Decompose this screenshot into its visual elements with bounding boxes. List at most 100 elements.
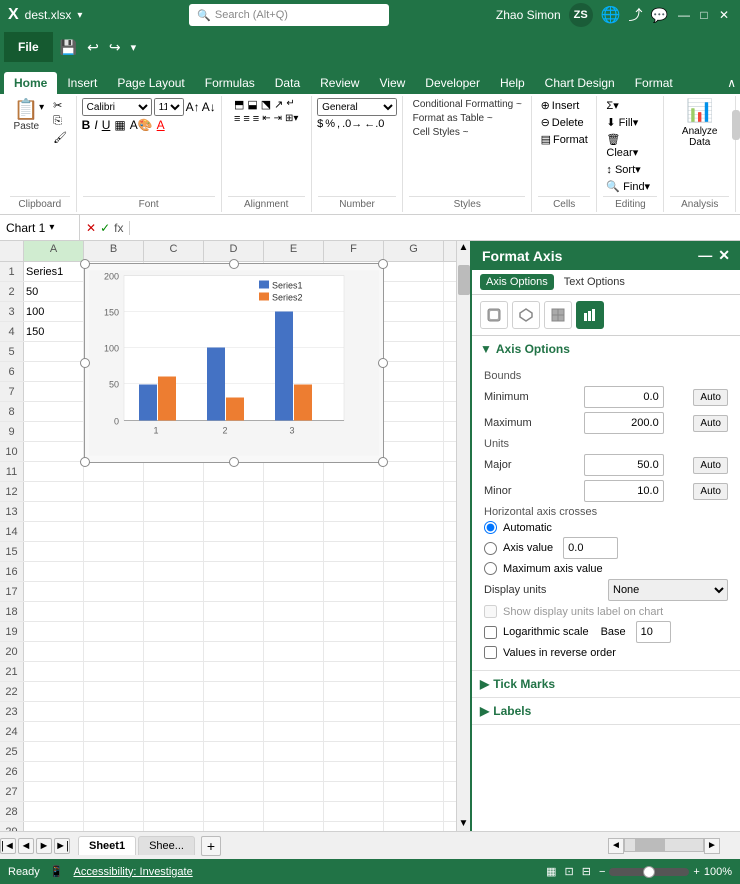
delete-cells-button[interactable]: ⊖ Delete: [538, 115, 587, 130]
align-bottom-button[interactable]: ⬔: [261, 98, 271, 111]
axis-value-radio[interactable]: [484, 542, 497, 555]
grid-cell[interactable]: [384, 802, 444, 821]
grid-cell[interactable]: [324, 462, 384, 481]
copy-button[interactable]: ⎘: [50, 114, 70, 129]
grid-cell[interactable]: [204, 662, 264, 681]
chart-handle-bl[interactable]: [80, 457, 90, 467]
h-scroll-thumb[interactable]: [635, 839, 665, 851]
grid-cell[interactable]: [24, 582, 84, 601]
grid-cell[interactable]: [384, 682, 444, 701]
cell-styles-button[interactable]: Cell Styles ~: [409, 126, 473, 139]
grid-cell[interactable]: [24, 462, 84, 481]
align-right-button[interactable]: ≡: [253, 113, 259, 125]
scroll-down-button[interactable]: ▼: [457, 817, 470, 831]
grid-cell[interactable]: [144, 642, 204, 661]
grid-cell[interactable]: [324, 502, 384, 521]
grid-cell[interactable]: [384, 422, 444, 441]
grid-cell[interactable]: [204, 502, 264, 521]
align-left-button[interactable]: ≡: [234, 113, 240, 125]
grid-cell[interactable]: [264, 702, 324, 721]
chart-handle-top[interactable]: [229, 259, 239, 269]
grid-cell[interactable]: [384, 822, 444, 831]
increase-decimal-button[interactable]: .0→: [342, 118, 362, 130]
zoom-level[interactable]: 100%: [704, 866, 732, 878]
size-properties-button[interactable]: [544, 301, 572, 329]
chart-handle-br[interactable]: [378, 457, 388, 467]
grid-cell[interactable]: [324, 562, 384, 581]
grid-cell[interactable]: [24, 802, 84, 821]
zoom-in-button[interactable]: +: [693, 866, 699, 878]
sheet-tab-sheet1[interactable]: Sheet1: [78, 836, 136, 855]
grid-cell[interactable]: [84, 742, 144, 761]
grid-cell[interactable]: [204, 782, 264, 801]
grid-cell[interactable]: [24, 562, 84, 581]
tab-axis-options[interactable]: Axis Options: [480, 274, 554, 290]
underline-button[interactable]: U: [102, 118, 111, 132]
tab-formulas[interactable]: Formulas: [195, 72, 265, 94]
tab-chart-design[interactable]: Chart Design: [535, 72, 625, 94]
grid-cell[interactable]: [24, 362, 84, 381]
tab-data[interactable]: Data: [265, 72, 310, 94]
format-panel-minimize[interactable]: —: [698, 247, 712, 264]
h-scroll-track[interactable]: [624, 838, 704, 852]
grid-cell[interactable]: [144, 782, 204, 801]
grid-cell[interactable]: [384, 522, 444, 541]
grid-cell[interactable]: [84, 482, 144, 501]
tab-help[interactable]: Help: [490, 72, 535, 94]
sheet-nav-last[interactable]: ►|: [54, 838, 70, 854]
cut-button[interactable]: ✂: [50, 98, 70, 113]
grid-cell[interactable]: [84, 642, 144, 661]
grid-cell[interactable]: [24, 502, 84, 521]
grid-cell[interactable]: [144, 482, 204, 501]
format-as-table-button[interactable]: Format as Table ~: [409, 112, 497, 125]
grid-cell[interactable]: [384, 622, 444, 641]
grid-cell[interactable]: [264, 742, 324, 761]
grid-cell[interactable]: [324, 622, 384, 641]
decrease-decimal-button[interactable]: ←.0: [364, 118, 384, 130]
grid-cell[interactable]: [324, 642, 384, 661]
chart-handle-left[interactable]: [80, 358, 90, 368]
grid-cell[interactable]: [24, 542, 84, 561]
axis-options-icon-button[interactable]: [576, 301, 604, 329]
grid-cell[interactable]: [24, 782, 84, 801]
italic-button[interactable]: I: [94, 118, 97, 132]
grid-cell[interactable]: [204, 762, 264, 781]
tab-developer[interactable]: Developer: [415, 72, 490, 94]
tab-format[interactable]: Format: [625, 72, 683, 94]
grid-cell[interactable]: [264, 782, 324, 801]
grid-cell[interactable]: [384, 562, 444, 581]
chart-handle-right[interactable]: [378, 358, 388, 368]
chart-handle-tr[interactable]: [378, 259, 388, 269]
tab-text-options[interactable]: Text Options: [558, 274, 631, 290]
format-cells-button[interactable]: ▤ Format: [538, 132, 591, 147]
col-header-c[interactable]: C: [144, 241, 204, 261]
log-base-input[interactable]: [636, 621, 671, 643]
grid-cell[interactable]: [84, 782, 144, 801]
comments-icon[interactable]: 💬: [651, 7, 668, 24]
increase-font-button[interactable]: A↑: [186, 100, 200, 114]
grid-cell[interactable]: [84, 662, 144, 681]
grid-cell[interactable]: [204, 702, 264, 721]
globe-icon[interactable]: 🌐: [601, 5, 621, 25]
grid-cell[interactable]: [144, 682, 204, 701]
grid-cell[interactable]: [264, 642, 324, 661]
grid-cell[interactable]: [204, 642, 264, 661]
paste-button[interactable]: 📋 Paste ▾: [10, 98, 49, 134]
file-tab[interactable]: File: [4, 32, 53, 62]
grid-cell[interactable]: [324, 762, 384, 781]
align-middle-button[interactable]: ⬓: [247, 98, 257, 111]
grid-cell[interactable]: [264, 602, 324, 621]
grid-cell[interactable]: [24, 822, 84, 831]
axis-options-header[interactable]: ▼ Axis Options: [472, 336, 740, 362]
align-top-button[interactable]: ⬒: [234, 98, 244, 111]
chart-handle-bottom[interactable]: [229, 457, 239, 467]
grid-cell[interactable]: [204, 722, 264, 741]
font-color-button[interactable]: A: [157, 118, 165, 132]
grid-cell[interactable]: [384, 302, 444, 321]
show-display-units-checkbox[interactable]: [484, 605, 497, 618]
zoom-slider[interactable]: [609, 868, 689, 876]
display-units-select[interactable]: None Hundreds Thousands Millions: [608, 579, 728, 601]
bold-button[interactable]: B: [82, 118, 91, 132]
grid-cell[interactable]: [324, 602, 384, 621]
effects-button[interactable]: [512, 301, 540, 329]
